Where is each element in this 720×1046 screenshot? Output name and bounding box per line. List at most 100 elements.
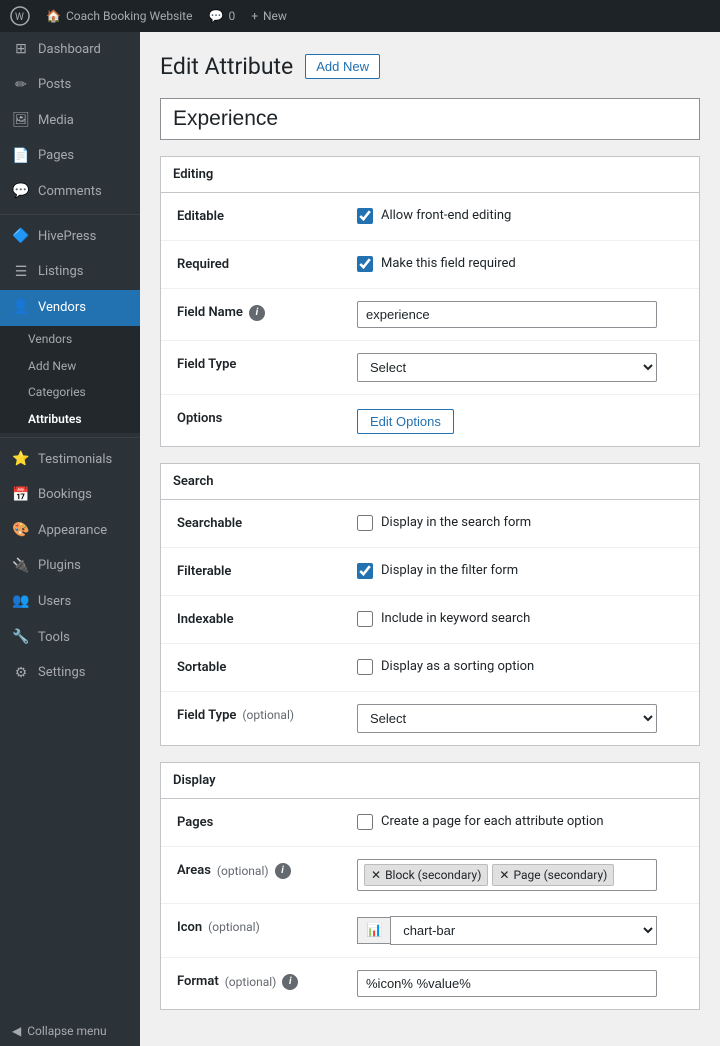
filterable-label: Filterable xyxy=(177,560,357,579)
editable-checkbox[interactable] xyxy=(357,208,373,224)
format-help-icon[interactable]: i xyxy=(282,974,298,990)
field-type-select[interactable]: Select Text Number Textarea Checkbox Dat… xyxy=(357,353,657,382)
required-checkbox[interactable] xyxy=(357,256,373,272)
sidebar-item-plugins[interactable]: 🔌 Plugins xyxy=(0,549,140,585)
pages-label: Pages xyxy=(177,811,357,830)
filterable-control: Display in the filter form xyxy=(357,560,683,579)
admin-bar: W 🏠 Coach Booking Website 💬 0 + New xyxy=(0,0,720,32)
pages-checkbox-row: Create a page for each attribute option xyxy=(357,811,604,830)
search-field-type-select[interactable]: Select Text Number Checkbox Range xyxy=(357,704,657,733)
filterable-row: Filterable Display in the filter form xyxy=(161,548,699,596)
sidebar-item-posts[interactable]: ✏ Posts xyxy=(0,68,140,104)
sidebar-item-settings[interactable]: ⚙ Settings xyxy=(0,656,140,692)
plus-icon: + xyxy=(251,9,258,23)
sidebar-item-vendors[interactable]: 👤 Vendors xyxy=(0,290,140,326)
edit-options-button[interactable]: Edit Options xyxy=(357,409,454,434)
pages-control: Create a page for each attribute option xyxy=(357,811,683,830)
testimonials-icon: ⭐ xyxy=(12,450,30,470)
editing-section: Editing Editable Allow front-end editing xyxy=(160,156,700,447)
options-label: Options xyxy=(177,407,357,426)
required-checkbox-label[interactable]: Make this field required xyxy=(381,256,516,271)
required-row: Required Make this field required xyxy=(161,241,699,289)
editable-checkbox-row: Allow front-end editing xyxy=(357,205,511,224)
wp-logo-button[interactable]: W xyxy=(10,6,30,26)
editable-control: Allow front-end editing xyxy=(357,205,683,224)
filterable-checkbox-label[interactable]: Display in the filter form xyxy=(381,563,518,578)
field-name-help-icon[interactable]: i xyxy=(249,305,265,321)
sidebar-item-vendors-list[interactable]: Vendors xyxy=(0,326,140,353)
display-section-body: Pages Create a page for each attribute o… xyxy=(161,799,699,1009)
sidebar-item-users[interactable]: 👥 Users xyxy=(0,584,140,620)
comments-link[interactable]: 💬 0 xyxy=(208,9,235,23)
editing-section-title: Editing xyxy=(161,157,699,193)
editable-checkbox-label[interactable]: Allow front-end editing xyxy=(381,208,511,223)
sidebar-item-hivepress[interactable]: 🔷 HivePress xyxy=(0,219,140,255)
sidebar-item-add-new[interactable]: Add New xyxy=(0,353,140,380)
searchable-checkbox-label[interactable]: Display in the search form xyxy=(381,515,531,530)
icon-control: 📊 chart-bar star user home gear xyxy=(357,916,683,945)
sidebar-item-attributes[interactable]: Attributes xyxy=(0,406,140,433)
icon-select[interactable]: chart-bar star user home gear xyxy=(390,916,657,945)
vendors-submenu: Vendors Add New Categories Attributes xyxy=(0,326,140,433)
sortable-checkbox-label[interactable]: Display as a sorting option xyxy=(381,659,534,674)
sortable-checkbox[interactable] xyxy=(357,659,373,675)
filterable-checkbox[interactable] xyxy=(357,563,373,579)
areas-tag-container[interactable]: ✕ Block (secondary) ✕ Page (secondary) xyxy=(357,859,657,891)
new-content-link[interactable]: + New xyxy=(251,9,287,23)
areas-label: Areas (optional) i xyxy=(177,859,357,879)
field-name-label: Field Name i xyxy=(177,301,357,321)
indexable-row: Indexable Include in keyword search xyxy=(161,596,699,644)
users-icon: 👥 xyxy=(12,592,30,612)
sidebar-item-appearance[interactable]: 🎨 Appearance xyxy=(0,513,140,549)
search-field-type-control: Select Text Number Checkbox Range xyxy=(357,704,683,733)
sidebar-item-testimonials[interactable]: ⭐ Testimonials xyxy=(0,442,140,478)
hivepress-icon: 🔷 xyxy=(12,227,30,247)
tag-page-secondary: ✕ Page (secondary) xyxy=(492,864,614,886)
site-name-link[interactable]: 🏠 Coach Booking Website xyxy=(46,9,192,23)
bookings-icon: 📅 xyxy=(12,486,30,506)
pages-checkbox[interactable] xyxy=(357,814,373,830)
display-section: Display Pages Create a page for each att… xyxy=(160,762,700,1010)
field-name-input[interactable] xyxy=(357,301,657,328)
format-input[interactable] xyxy=(357,970,657,997)
pages-icon: 📄 xyxy=(12,147,30,167)
sidebar-item-bookings[interactable]: 📅 Bookings xyxy=(0,478,140,514)
indexable-checkbox-label[interactable]: Include in keyword search xyxy=(381,611,530,626)
format-control xyxy=(357,970,683,997)
sortable-checkbox-row: Display as a sorting option xyxy=(357,656,534,675)
areas-help-icon[interactable]: i xyxy=(275,863,291,879)
sidebar-item-media[interactable]: 🖼 Media xyxy=(0,103,140,139)
sidebar-item-categories[interactable]: Categories xyxy=(0,379,140,406)
sidebar-item-comments[interactable]: 💬 Comments xyxy=(0,174,140,210)
add-new-button[interactable]: Add New xyxy=(305,54,380,79)
sidebar-item-tools[interactable]: 🔧 Tools xyxy=(0,620,140,656)
vendors-icon: 👤 xyxy=(12,298,30,318)
dashboard-icon: ⊞ xyxy=(12,40,30,60)
areas-row: Areas (optional) i ✕ Block (secondary) xyxy=(161,847,699,904)
collapse-icon: ◀ xyxy=(12,1024,21,1038)
icon-field-wrapper: 📊 chart-bar star user home gear xyxy=(357,916,657,945)
page-header: Edit Attribute Add New xyxy=(160,52,700,82)
searchable-row: Searchable Display in the search form xyxy=(161,500,699,548)
tools-icon: 🔧 xyxy=(12,628,30,648)
searchable-label: Searchable xyxy=(177,512,357,531)
sortable-row: Sortable Display as a sorting option xyxy=(161,644,699,692)
search-field-type-label: Field Type (optional) xyxy=(177,704,357,723)
main-content: Edit Attribute Add New Editing Editable xyxy=(140,32,720,1046)
sidebar-item-listings[interactable]: ☰ Listings xyxy=(0,255,140,291)
page-title: Edit Attribute xyxy=(160,52,293,82)
searchable-checkbox[interactable] xyxy=(357,515,373,531)
attribute-name-input[interactable] xyxy=(160,98,700,140)
search-section: Search Searchable Display in the search … xyxy=(160,463,700,746)
sidebar-item-dashboard[interactable]: ⊞ Dashboard xyxy=(0,32,140,68)
pages-checkbox-label[interactable]: Create a page for each attribute option xyxy=(381,814,604,829)
pages-row: Pages Create a page for each attribute o… xyxy=(161,799,699,847)
editable-row: Editable Allow front-end editing xyxy=(161,193,699,241)
indexable-checkbox[interactable] xyxy=(357,611,373,627)
sortable-label: Sortable xyxy=(177,656,357,675)
editable-label: Editable xyxy=(177,205,357,224)
sidebar-item-pages[interactable]: 📄 Pages xyxy=(0,139,140,175)
format-row: Format (optional) i xyxy=(161,958,699,1009)
collapse-menu-button[interactable]: ◀ Collapse menu xyxy=(0,1016,140,1046)
required-checkbox-row: Make this field required xyxy=(357,253,516,272)
